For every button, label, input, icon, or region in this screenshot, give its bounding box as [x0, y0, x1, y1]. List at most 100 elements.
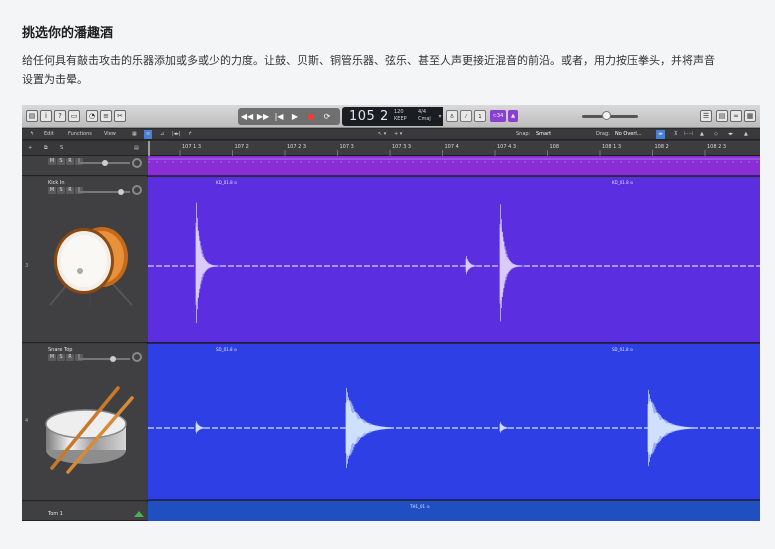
back-icon[interactable]: ↰ — [30, 130, 34, 139]
zoom-out-icon[interactable]: ▲ — [744, 130, 748, 139]
track-header-1[interactable]: MSRI — [22, 156, 148, 176]
tempo-value: 120 — [394, 109, 404, 115]
region-track-1[interactable] — [148, 156, 760, 176]
flex-icon[interactable]: ⊿ — [160, 130, 164, 139]
cycle-icon[interactable]: ⟳ — [320, 110, 334, 123]
tracks-toolbar: ↰ Edit Functions View ▦ ≋ ⊿ |◂▸| ↱ ↖ ▾ +… — [22, 129, 760, 140]
snap-label: Snap: — [516, 131, 531, 137]
functions-menu[interactable]: Functions — [68, 130, 92, 139]
ruler-label: 107 3 — [340, 144, 354, 150]
add-track-icon[interactable]: + — [28, 144, 32, 153]
notepad-icon[interactable]: ▤ — [716, 110, 728, 122]
timeline-ruler[interactable]: 107 1 3 107 2 107 2 3 107 3 107 3 3 107 4 107 … — [148, 141, 760, 156]
volume-knob[interactable] — [102, 160, 108, 166]
zoom-horizontal-icon[interactable]: ⊢⊣ — [684, 130, 693, 139]
view-menu[interactable]: View — [104, 130, 116, 139]
mixer-icon[interactable]: ≡ — [100, 110, 112, 122]
region-snare[interactable]: SD_01.8 ⊙ SD_01.8 ⊙ — [148, 344, 760, 500]
key-signature: Cmaj — [418, 116, 431, 122]
snap-select[interactable]: Smart — [536, 130, 551, 139]
volume-knob[interactable] — [110, 356, 116, 362]
expand-icon[interactable]: ◂▸ — [728, 130, 733, 139]
track-header-tom[interactable]: Tom 1 — [22, 502, 148, 521]
go-to-start-icon[interactable]: |◀ — [272, 110, 286, 123]
editors-icon[interactable]: ✂ — [114, 110, 126, 122]
waveform-transient — [345, 388, 391, 468]
waveform-track-1 — [148, 158, 760, 163]
track-options-icon[interactable]: ▤ — [134, 144, 139, 153]
play-icon[interactable]: ▶ — [288, 110, 302, 123]
waveform-transient — [499, 422, 508, 433]
logic-pro-screenshot: ▤ i ? ▭ ◔ ≡ ✂ ◀◀ ▶▶ |◀ ▶ ● ⟳ 105 2 120 K… — [22, 105, 760, 521]
track-name-kick[interactable]: Kick In — [48, 180, 65, 186]
region-label: TH1_01 ⊙ — [410, 504, 430, 509]
track-number: 3 — [25, 263, 29, 269]
track-header-snare[interactable]: Snare Top MSRI 4 — [22, 344, 148, 501]
track-number: 4 — [25, 418, 29, 424]
time-signature: 4/4 — [418, 109, 427, 115]
collapse-icon[interactable]: |◂▸| — [172, 130, 180, 139]
global-solo-icon[interactable]: S — [60, 144, 63, 153]
master-volume-knob[interactable] — [602, 111, 611, 120]
grid-icon[interactable]: ▦ — [132, 130, 137, 139]
region-kick[interactable]: KD_01.8 ⊙ KD_01.8 ⊙ — [148, 177, 760, 343]
ruler-label: 108 — [550, 144, 560, 150]
pointer-tool-icon[interactable]: ↖ ▾ — [378, 130, 386, 139]
waveform-zoom-icon[interactable]: ≋ — [144, 130, 153, 139]
alert-icon[interactable]: ▲ — [700, 130, 704, 139]
edit-menu[interactable]: Edit — [44, 130, 54, 139]
fast-forward-icon[interactable]: ▶▶ — [256, 110, 270, 123]
waveform-kick — [148, 202, 760, 323]
ruler-label: 107 2 — [235, 144, 249, 150]
ruler-ticks: 107 1 3 107 2 107 2 3 107 3 107 3 3 107 4 107 … — [148, 141, 726, 156]
record-icon[interactable]: ● — [304, 110, 318, 123]
rewind-icon[interactable]: ◀◀ — [240, 110, 254, 123]
track-header-toolbar: + ⧉ S ▤ — [22, 141, 148, 156]
help-icon[interactable]: ? — [54, 110, 66, 122]
pan-knob[interactable] — [132, 185, 142, 195]
browser-icon[interactable]: ▦ — [744, 110, 756, 122]
tuner-icon[interactable]: ♁ — [446, 110, 458, 122]
pan-knob[interactable] — [132, 352, 142, 362]
lcd-display[interactable]: 105 2 120 KEEP 4/4 Cmaj — [342, 107, 440, 126]
control-bar: ▤ i ? ▭ ◔ ≡ ✂ ◀◀ ▶▶ |◀ ▶ ● ⟳ 105 2 120 K… — [22, 105, 760, 128]
loop-browser-icon[interactable]: ∞ — [730, 110, 742, 122]
ruler-label: 107 2 3 — [287, 144, 306, 150]
toolbar-icon[interactable]: ▭ — [68, 110, 80, 122]
mode-button[interactable]: ⊂34 — [490, 110, 506, 122]
drag-select[interactable]: No Overl... — [615, 130, 642, 139]
track-headers: MSRI Kick In MSRI 3 Snare Top M S R I 4 … — [22, 156, 148, 521]
waveform-transient — [499, 204, 529, 322]
snare-drum-icon — [45, 386, 134, 474]
region-tom[interactable]: TH1_01 ⊙ — [148, 501, 760, 521]
inspector-icon[interactable]: i — [40, 110, 52, 122]
pencil-tool-icon[interactable]: + ▾ — [394, 130, 402, 139]
waveform-transient — [195, 421, 206, 434]
fit-icon[interactable]: ◇ — [714, 130, 718, 139]
waveform-transient — [465, 255, 476, 275]
lcd-menu-chevron-icon[interactable]: ▾ — [437, 107, 443, 126]
section-description: 给任何具有敲击攻击的乐器添加或多或少的力度。让鼓、贝斯、铜管乐器、弦乐、甚至人声… — [22, 54, 715, 86]
pan-knob[interactable] — [132, 158, 142, 168]
track-copy-icon[interactable]: ⧉ — [44, 144, 48, 153]
countin-icon[interactable]: 1 — [474, 110, 486, 122]
catch-icon[interactable]: ↱ — [188, 130, 192, 139]
ruler-label: 108 2 — [655, 144, 669, 150]
volume-slider[interactable] — [78, 358, 130, 360]
metronome-icon[interactable]: ▲ — [508, 110, 518, 122]
track-name-tom[interactable]: Tom 1 — [48, 511, 63, 517]
zoom-vertical-icon[interactable]: ⊼ — [674, 130, 678, 139]
ruler-label: 108 1 3 — [602, 144, 621, 150]
follow-icon[interactable]: ◂▸ — [656, 130, 666, 139]
track-name-snare[interactable]: Snare Top — [48, 347, 72, 353]
section-heading: 挑选你的潘趣酒 — [22, 26, 114, 41]
smart-controls-icon[interactable]: ◔ — [86, 110, 98, 122]
list-editors-icon[interactable]: ☰ — [700, 110, 712, 122]
solo-mode-icon[interactable]: ⁄ — [460, 110, 472, 122]
ruler-label: 107 4 — [445, 144, 459, 150]
ruler-label: 107 4 3 — [497, 144, 516, 150]
library-icon[interactable]: ▤ — [26, 110, 38, 122]
track-header-kick[interactable]: Kick In MSRI 3 — [22, 177, 148, 343]
tempo-unit: KEEP — [394, 116, 407, 122]
volume-knob[interactable] — [118, 189, 124, 195]
